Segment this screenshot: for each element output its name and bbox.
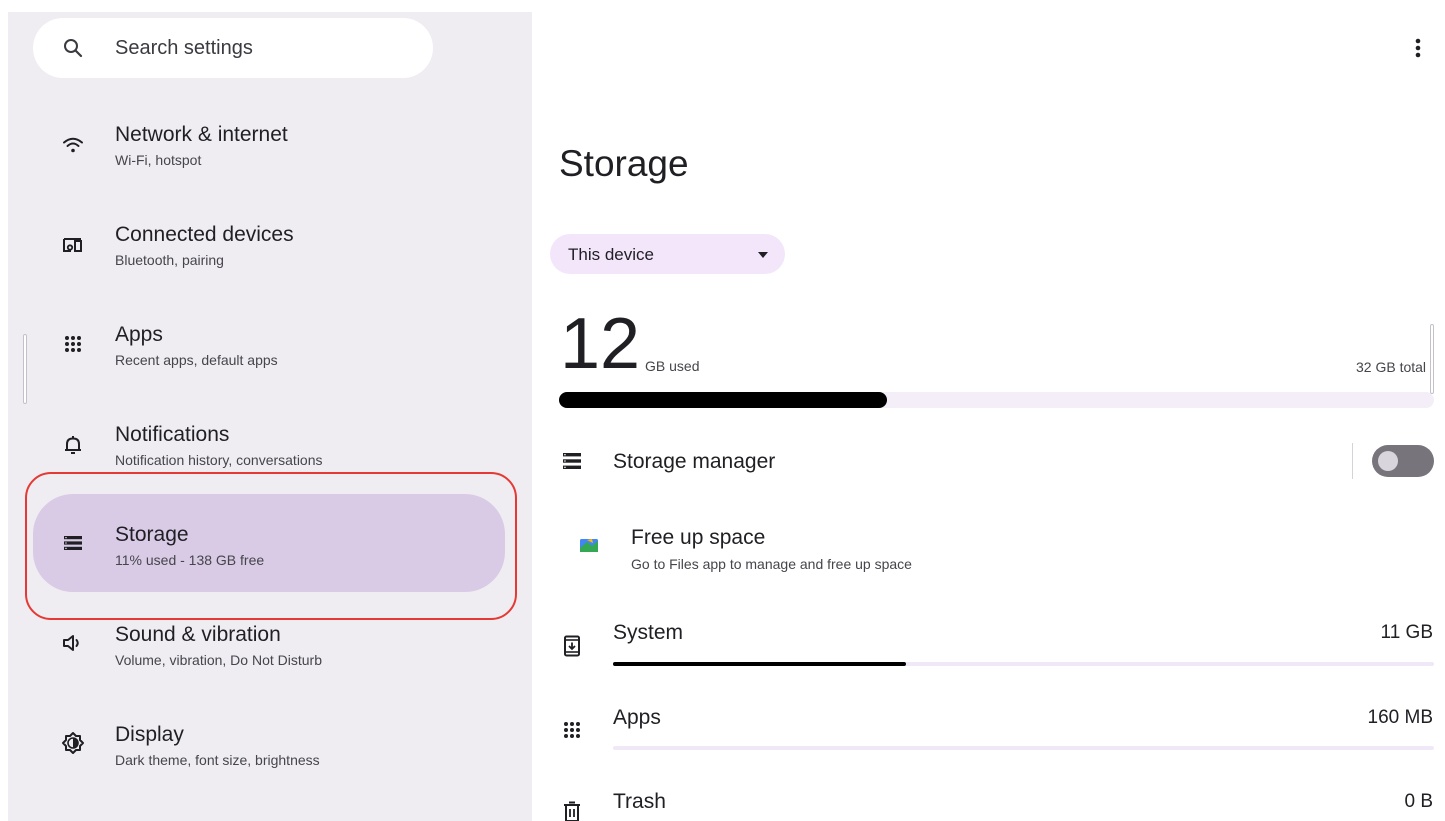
category-name: System [613, 621, 684, 644]
nav-title: Notifications [115, 423, 230, 446]
nav-item-network-internet[interactable]: Network & internet Wi-Fi, hotspot [33, 94, 505, 192]
storage-icon [563, 453, 581, 469]
nav-subtitle: Dark theme, font size, brightness [115, 752, 320, 768]
system-update-icon [564, 635, 580, 657]
apps-grid-icon [564, 722, 580, 738]
category-name: Apps [613, 706, 661, 729]
storage-total-label: 32 GB total [1356, 359, 1427, 375]
storage-usage-fill [559, 392, 888, 408]
category-value: 11 GB [1380, 622, 1433, 643]
volume-icon [63, 635, 79, 651]
nav-item-notifications[interactable]: Notifications Notification history, conv… [33, 394, 505, 492]
category-bar-fill [613, 662, 907, 666]
devices-icon [63, 238, 82, 252]
nav-item-apps[interactable]: Apps Recent apps, default apps [33, 294, 505, 392]
nav-title: Apps [115, 323, 163, 346]
category-value: 0 B [1404, 791, 1433, 812]
toggle-divider [1352, 443, 1353, 479]
storage-manager-toggle[interactable] [1372, 445, 1434, 477]
apps-grid-icon [65, 336, 81, 352]
free-up-space-subtitle: Go to Files app to manage and free up sp… [631, 556, 912, 572]
storage-detail-pane: Storage This device 12 GB used 32 GB tot… [532, 0, 1445, 821]
nav-item-sound-vibration[interactable]: Sound & vibration Volume, vibration, Do … [33, 594, 505, 692]
settings-navigation-pane: Search settings Network & internet Wi-Fi… [8, 12, 532, 821]
storage-used-number: 12 [560, 304, 641, 384]
nav-subtitle: Wi-Fi, hotspot [115, 152, 202, 168]
left-scrollbar[interactable] [23, 334, 27, 404]
nav-title: Storage [115, 523, 189, 546]
page-title: Storage [559, 143, 689, 184]
bell-icon [65, 436, 81, 454]
chevron-down-icon [758, 252, 768, 258]
storage-manager-label[interactable]: Storage manager [613, 450, 775, 474]
search-icon [64, 39, 83, 58]
nav-item-display[interactable]: Display Dark theme, font size, brightnes… [33, 694, 505, 792]
nav-title: Display [115, 723, 184, 746]
more-options-icon[interactable] [1413, 36, 1423, 62]
category-bar [613, 746, 1434, 750]
wifi-icon [63, 137, 83, 153]
nav-title: Network & internet [115, 123, 288, 146]
nav-subtitle: 11% used - 138 GB free [115, 552, 265, 568]
trash-icon [564, 801, 580, 821]
storage-usage-bar [559, 392, 1434, 408]
nav-title: Sound & vibration [115, 623, 281, 646]
files-app-icon [580, 539, 598, 552]
toggle-knob [1378, 451, 1398, 471]
nav-subtitle: Volume, vibration, Do Not Disturb [115, 652, 322, 668]
category-name: Trash [613, 790, 666, 813]
brightness-icon [62, 732, 84, 754]
nav-title: Connected devices [115, 223, 294, 246]
device-selector-dropdown[interactable]: This device [550, 234, 785, 274]
category-value: 160 MB [1367, 707, 1433, 728]
category-bar [613, 662, 1434, 666]
nav-subtitle: Notification history, conversations [115, 452, 323, 468]
right-scrollbar[interactable] [1430, 324, 1434, 394]
storage-icon [64, 536, 82, 550]
nav-subtitle: Recent apps, default apps [115, 352, 278, 368]
nav-subtitle: Bluetooth, pairing [115, 252, 224, 268]
search-placeholder: Search settings [115, 36, 253, 59]
storage-used-label: GB used [645, 358, 700, 374]
free-up-space-title: Free up space [631, 526, 766, 549]
nav-item-storage[interactable]: Storage 11% used - 138 GB free [33, 494, 505, 592]
search-settings-bar[interactable]: Search settings [33, 18, 433, 78]
nav-item-connected-devices[interactable]: Connected devices Bluetooth, pairing [33, 194, 505, 292]
device-selector-label: This device [568, 245, 654, 264]
